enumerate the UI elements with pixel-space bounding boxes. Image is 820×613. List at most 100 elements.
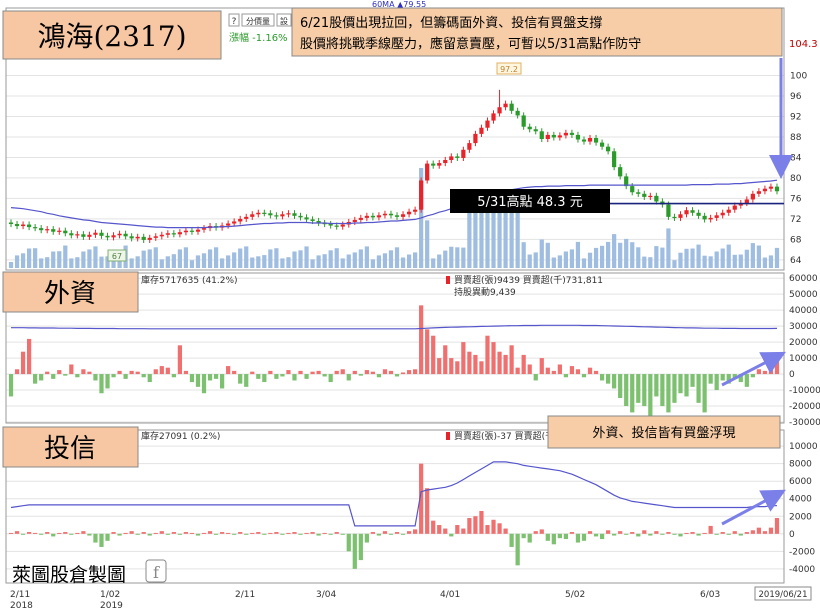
candle-body [141, 236, 146, 240]
foreign-bar [159, 366, 164, 375]
candle-body [672, 216, 677, 219]
price-y-tick: 92 [790, 112, 801, 122]
volume-bar [201, 253, 207, 268]
foreign-bar [400, 372, 406, 375]
trust-bar [485, 525, 490, 534]
trust-bar [274, 532, 279, 534]
volume-bar [666, 228, 671, 268]
foreign-bar [165, 367, 170, 375]
candle-body [171, 233, 176, 235]
volume-bar [256, 256, 261, 268]
volume-bar [75, 257, 80, 268]
trust-bar [437, 525, 442, 534]
candle-body [340, 224, 345, 227]
volume-bar [732, 254, 737, 268]
trust-bar [346, 533, 351, 552]
foreign-bar [123, 374, 128, 379]
volume-bar [304, 246, 309, 268]
trust-bar [135, 533, 140, 535]
trust-bar [575, 533, 581, 543]
volume-bar [99, 256, 104, 268]
price-volume-button-label: 分價量 [246, 17, 270, 26]
foreign-bar [684, 374, 689, 397]
trust-bar [256, 532, 261, 534]
x-date-tick: 3/04 [316, 590, 336, 600]
trust-bar [738, 533, 743, 536]
candle-body [135, 236, 140, 239]
candle-body [69, 233, 74, 236]
foreign-bar [521, 354, 526, 375]
watermark: 萊圖股倉製圖 [12, 564, 126, 586]
trust-bar [286, 532, 291, 534]
trust-bar [551, 533, 556, 545]
volume-bar [461, 247, 466, 268]
trust-bar [702, 532, 707, 534]
volume-bar [352, 252, 357, 268]
trust-bar [569, 532, 575, 534]
volume-bar [690, 248, 695, 268]
candle-body [587, 137, 593, 142]
foreign-bar [406, 370, 412, 375]
foreign-bar [244, 374, 249, 387]
volume-bar [750, 243, 755, 268]
foreign-bar [45, 371, 50, 375]
foreign-bar [147, 374, 152, 383]
trust-bar [581, 533, 587, 541]
foreign-bar [316, 370, 321, 375]
foreign-bar [286, 370, 291, 375]
foreign-bar [274, 374, 279, 379]
price-y-tick: 64 [790, 256, 802, 266]
volume-bar [768, 255, 774, 268]
volume-bar [654, 246, 659, 268]
candle-body [256, 212, 261, 215]
volume-bar [159, 259, 164, 268]
candle-body [425, 163, 430, 181]
top-note-line2: 股價將挑戰季線壓力，應留意賣壓，可暫以5/31高點作防守 [300, 36, 641, 52]
volume-bar [449, 246, 454, 268]
trust-bar [268, 532, 273, 534]
foreign-bar [708, 374, 713, 384]
volume-bar [533, 252, 538, 268]
foreign-bar [587, 367, 593, 375]
candle-body [51, 229, 56, 232]
candle-body [81, 234, 86, 237]
trust-bar [298, 533, 303, 535]
foreign-bar [322, 374, 327, 377]
volume-bar [636, 247, 641, 268]
trust-bar [322, 532, 327, 534]
trust-bar [20, 533, 26, 535]
volume-bar [286, 257, 291, 268]
buy-note: 外資、投信皆有買盤浮現 [592, 425, 735, 441]
foreign-y-tick: 10000 [789, 354, 818, 364]
foreign-bar [129, 370, 134, 375]
volume-bar [630, 242, 635, 268]
volume-bar [394, 247, 400, 268]
foreign-bar [382, 369, 388, 375]
trust-bar [189, 532, 195, 534]
trust-bar [376, 533, 382, 536]
foreign-bar [672, 374, 677, 403]
volume-bar [39, 258, 44, 268]
foreign-bar [26, 338, 32, 375]
candle-body [726, 209, 731, 213]
trust-bar [244, 533, 249, 535]
foreign-bar [334, 370, 339, 375]
foreign-bar [201, 374, 207, 394]
stock-name: 鴻海(2317) [37, 20, 186, 53]
foreign-bar [563, 374, 569, 378]
foreign-bar [63, 374, 68, 376]
trust-bar [250, 532, 255, 534]
candle-body [388, 213, 394, 216]
candle-body [262, 212, 267, 214]
x-year-tick: 2018 [10, 601, 33, 611]
foreign-bar [581, 374, 587, 378]
date-box-text: 2019/06/21 [759, 590, 808, 600]
trust-bar [394, 532, 400, 534]
foreign-bar [256, 374, 261, 379]
candle-body [696, 212, 701, 216]
trust-bar [129, 531, 134, 534]
trust-bar [539, 529, 544, 534]
trust-bar [51, 533, 56, 537]
candle-body [394, 215, 400, 217]
trust-bar [515, 533, 520, 566]
